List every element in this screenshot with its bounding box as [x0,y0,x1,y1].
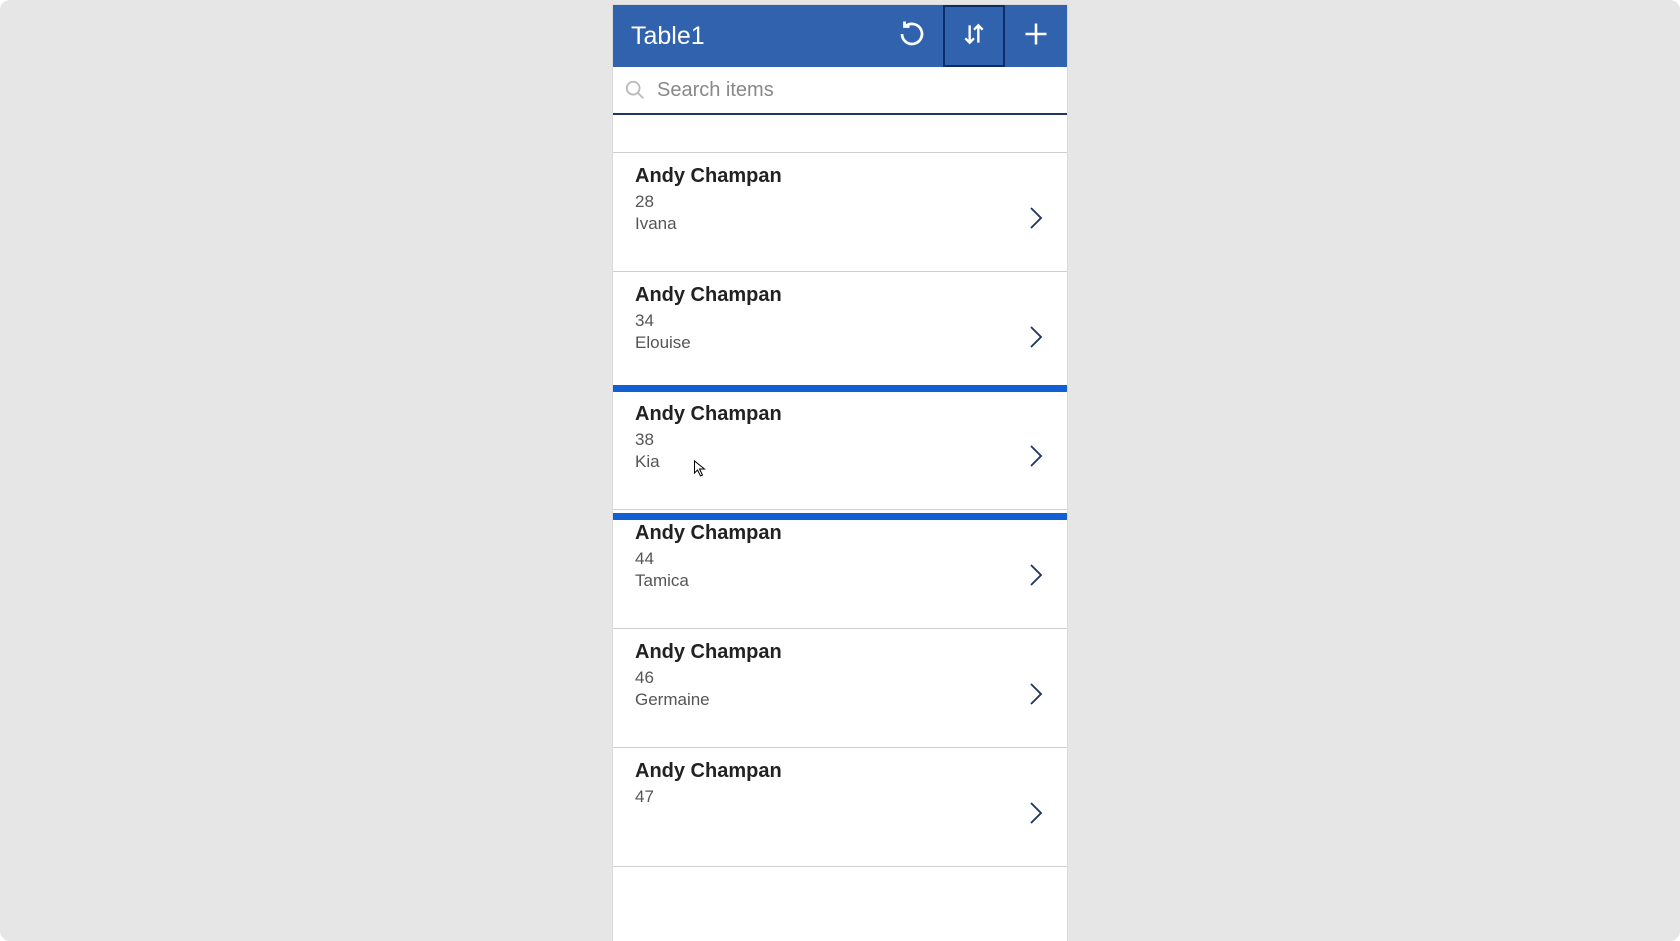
list-item-content: Andy Champan 38 Kia [635,403,1027,472]
list-item[interactable]: Andy Champan 28 Ivana [613,153,1067,272]
app-header: Table1 [613,5,1067,67]
chevron-right-icon [1027,798,1045,828]
refresh-button[interactable] [881,5,943,67]
list-item-line3: Germaine [635,690,1027,710]
search-bar [613,67,1067,115]
list-item-content: Andy Champan 47 [635,760,1027,809]
add-button[interactable] [1005,5,1067,67]
list-item-content: Andy Champan 34 Elouise [635,284,1027,353]
list-item-line2: 47 [635,787,1027,807]
chevron-right-icon [1027,560,1045,590]
list-item-line2: 34 [635,311,1027,331]
sort-icon [961,19,987,54]
header-title: Table1 [613,22,881,51]
list-header-gap [613,115,1067,153]
chevron-right-icon [1027,322,1045,352]
list-item-line2: 46 [635,668,1027,688]
items-list: Andy Champan 28 Ivana Andy Champan 34 El… [613,153,1067,867]
app-stage: Table1 [0,0,1680,941]
list-item-content: Andy Champan 44 Tamica [635,522,1027,591]
sort-button[interactable] [943,5,1005,67]
list-item-line2: 44 [635,549,1027,569]
chevron-right-icon [1027,679,1045,709]
list-item-content: Andy Champan 28 Ivana [635,165,1027,234]
list-item[interactable]: Andy Champan 46 Germaine [613,629,1067,748]
refresh-icon [897,19,927,54]
search-icon [623,79,647,101]
list-item[interactable]: Andy Champan 38 Kia [613,391,1067,510]
list-item-line3: Ivana [635,214,1027,234]
list-item-title: Andy Champan [635,403,1027,426]
list-item-content: Andy Champan 46 Germaine [635,641,1027,710]
list-item[interactable]: Andy Champan 44 Tamica [613,510,1067,629]
list-item-title: Andy Champan [635,522,1027,545]
list-item-title: Andy Champan [635,641,1027,664]
plus-icon [1022,20,1050,53]
list-item[interactable]: Andy Champan 47 [613,748,1067,867]
search-input[interactable] [657,79,1057,102]
list-item-title: Andy Champan [635,284,1027,307]
list-item-title: Andy Champan [635,165,1027,188]
list-item-title: Andy Champan [635,760,1027,783]
chevron-right-icon [1027,203,1045,233]
list-item-line3: Elouise [635,333,1027,353]
list-item-line3: Kia [635,452,1027,472]
list-item[interactable]: Andy Champan 34 Elouise [613,272,1067,391]
app-viewport: Table1 [613,5,1067,941]
list-item-line3: Tamica [635,571,1027,591]
chevron-right-icon [1027,441,1045,471]
list-item-line2: 38 [635,430,1027,450]
list-item-line2: 28 [635,192,1027,212]
